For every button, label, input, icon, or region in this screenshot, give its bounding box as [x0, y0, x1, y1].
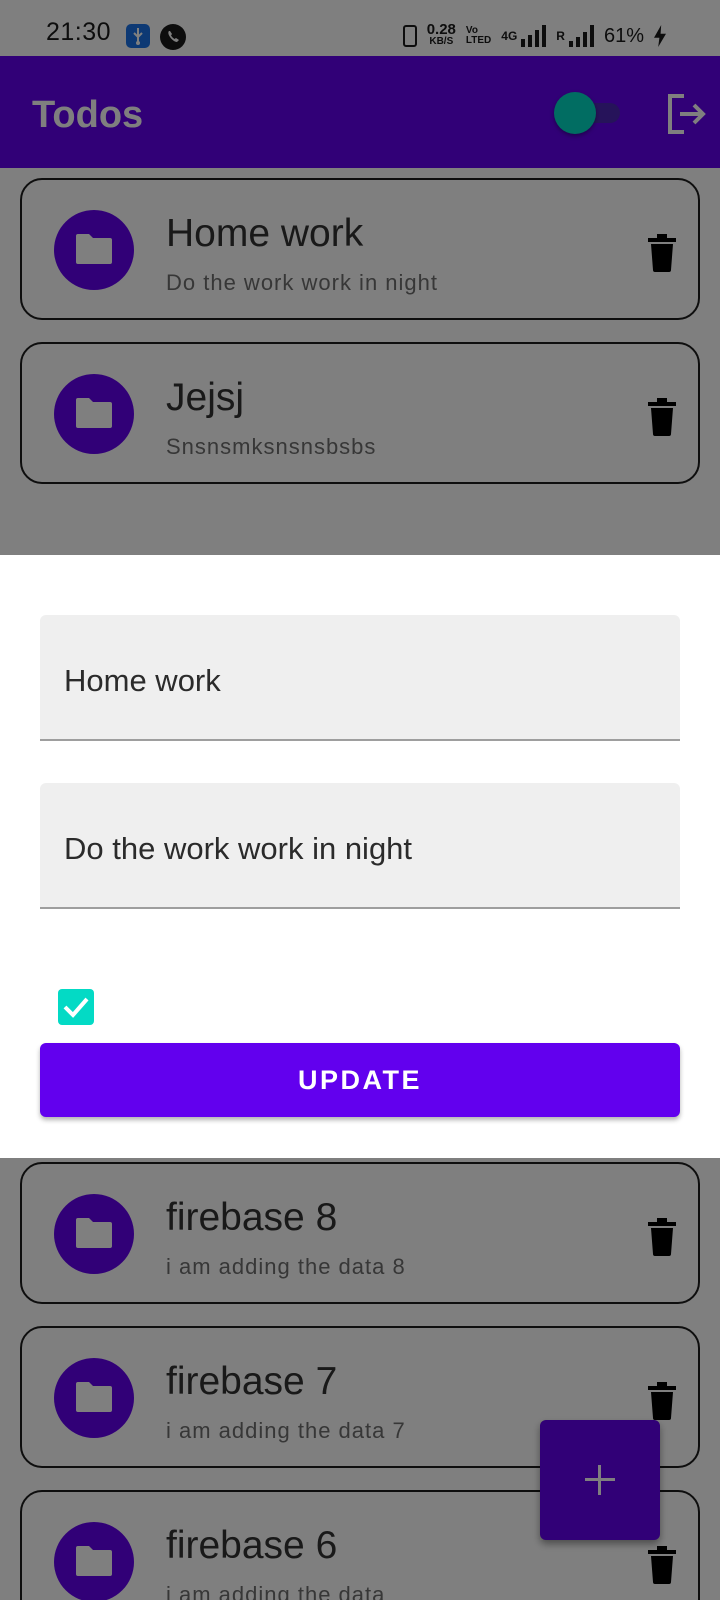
- description-field-value: Do the work work in night: [64, 831, 413, 866]
- title-field[interactable]: Home work: [40, 615, 680, 741]
- update-button[interactable]: UPDATE: [40, 1043, 680, 1117]
- check-icon: [63, 997, 89, 1018]
- edit-todo-dialog: Home work Do the work work in night UPDA…: [0, 555, 720, 1158]
- title-field-value: Home work: [64, 663, 221, 698]
- completed-checkbox[interactable]: [58, 989, 94, 1025]
- description-field[interactable]: Do the work work in night: [40, 783, 680, 909]
